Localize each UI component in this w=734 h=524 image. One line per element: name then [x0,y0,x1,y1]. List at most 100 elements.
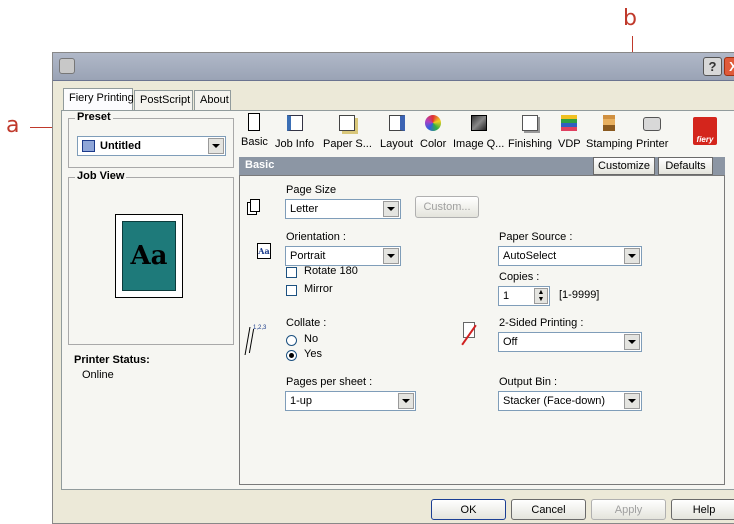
page-size-value: Letter [290,203,319,215]
printer-icon [59,58,75,74]
page-size-icon [250,199,260,212]
jobview-page: Aa [122,221,176,291]
paper-source-value: AutoSelect [503,250,557,262]
stepper-arrows-icon[interactable]: ▲ ▼ [534,288,548,304]
output-bin-value: Stacker (Face-down) [503,395,606,407]
toolbar-job-info-label: Job Info [275,138,315,150]
toolbar-image-quality[interactable]: Image Q... [453,115,504,150]
toolbar-layout-label: Layout [380,138,414,150]
customize-button[interactable]: Customize [593,157,655,175]
apply-button[interactable]: Apply [591,499,666,520]
tab-about[interactable]: About [194,90,231,110]
copies-stepper[interactable]: 1 ▲ ▼ [498,286,550,306]
paper-source-icon [339,115,356,131]
toolbar-stamping[interactable]: Stamping [586,115,632,150]
rotate-180-label: Rotate 180 [304,265,358,277]
image-quality-icon [470,115,487,131]
pages-per-sheet-value: 1-up [290,395,313,407]
page-size-select[interactable]: Letter [285,199,401,219]
collate-icon-text: 1,2,3 [253,325,267,331]
basic-settings-panel [239,175,725,485]
toolbar-printer-label: Printer [636,138,669,150]
toolbar-basic[interactable]: Basic [241,113,268,148]
toolbar-job-info[interactable]: Job Info [275,115,314,150]
mirror-checkbox[interactable] [286,285,297,296]
finishing-icon [522,115,539,131]
printer-status-value: Online [82,369,114,381]
chevron-down-icon [624,334,640,350]
toolbar-finishing[interactable]: Finishing [508,115,552,150]
toolbar-layout[interactable]: Layout [380,115,413,150]
collate-icon: 1,2,3 [244,323,267,357]
mirror-label: Mirror [304,283,333,295]
orientation-value: Portrait [290,250,326,262]
section-title: Basic [245,159,275,171]
copies-value: 1 [503,290,510,302]
preset-select[interactable]: Untitled [77,136,226,156]
toolbar-vdp-label: VDP [558,138,581,150]
ok-button[interactable]: OK [431,499,506,520]
chevron-down-icon [383,201,399,217]
chevron-down-icon [398,393,414,409]
page-size-label: Page Size [286,184,337,196]
tab-postscript[interactable]: PostScript [134,90,193,110]
two-sided-icon [459,318,477,352]
output-bin-select[interactable]: Stacker (Face-down) [498,391,642,411]
collate-no-radio[interactable] [286,335,297,346]
toolbar-image-quality-label: Image Q... [453,138,505,150]
chevron-down-icon [624,248,640,264]
vdp-icon [561,115,578,131]
output-bin-label: Output Bin : [499,376,558,388]
collate-yes-radio[interactable] [286,350,297,361]
collate-yes-label: Yes [304,348,322,360]
toolbar-paper-source-label: Paper S... [323,138,372,150]
copies-label: Copies : [499,271,540,283]
pages-per-sheet-label: Pages per sheet : [286,376,373,388]
jobview-sample-text: Aa [130,241,168,271]
toolbar-color[interactable]: Color [420,115,446,150]
toolbar-color-label: Color [420,138,447,150]
chevron-down-icon [208,138,224,154]
toolbar-printer[interactable]: Printer [636,115,668,150]
basic-page-icon [248,113,261,131]
preset-label: Preset [75,111,113,123]
fiery-logo-text: fiery [696,135,714,144]
close-button[interactable]: X [724,57,734,76]
rotate-180-checkbox[interactable] [286,267,297,278]
toolbar-paper-source[interactable]: Paper S... [323,115,372,150]
collate-label: Collate : [286,317,327,329]
help-button[interactable]: ? [703,57,722,76]
printer-status-label: Printer Status: [74,354,150,366]
toolbar-vdp[interactable]: VDP [558,115,581,150]
jobview-group: Job View Aa [68,170,234,345]
chevron-down-icon [624,393,640,409]
toolbar-finishing-label: Finishing [508,138,553,150]
preset-doc-icon [82,140,95,152]
color-wheel-icon [425,115,442,131]
defaults-button[interactable]: Defaults [658,157,713,175]
custom-button[interactable]: Custom... [415,196,479,218]
two-sided-select[interactable]: Off [498,332,642,352]
chevron-down-icon [383,248,399,264]
cancel-button[interactable]: Cancel [511,499,586,520]
copies-range: [1-9999] [559,289,600,301]
stamp-icon [603,115,616,131]
pages-per-sheet-select[interactable]: 1-up [285,391,416,411]
tab-fiery-printing[interactable]: Fiery Printing [63,88,134,111]
toolbar-stamping-label: Stamping [586,138,633,150]
orientation-select[interactable]: Portrait [285,246,401,266]
layout-icon [388,115,405,131]
dialog-window: ? X Fiery Printing PostScript About Pres… [52,52,734,524]
two-sided-label: 2-Sided Printing : [499,317,584,329]
jobview-preview: Aa [115,214,183,298]
fiery-logo: fiery [693,117,717,145]
callout-a-label: a [6,113,20,138]
collate-no-label: No [304,333,319,345]
toolbar-basic-label: Basic [241,136,268,148]
two-sided-value: Off [503,336,518,348]
paper-source-label: Paper Source : [499,231,573,243]
job-info-icon [286,115,303,131]
title-bar: ? X [53,53,734,81]
paper-source-select[interactable]: AutoSelect [498,246,642,266]
help-footer-button[interactable]: Help [671,499,734,520]
